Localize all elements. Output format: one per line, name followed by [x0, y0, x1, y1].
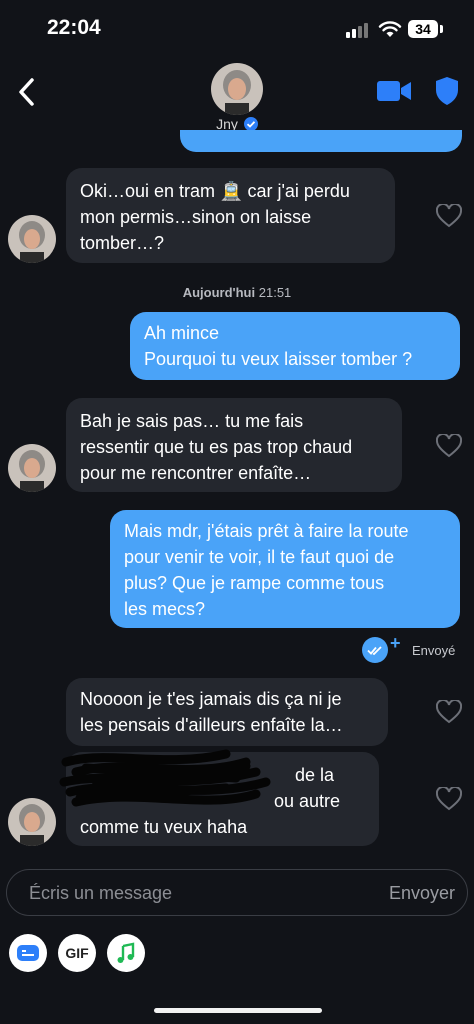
battery-icon: 34 — [408, 20, 438, 38]
chevron-left-icon[interactable] — [14, 74, 42, 110]
status-time: 22:04 — [47, 16, 101, 39]
message-line: plus? Que je rampe comme tous — [124, 573, 385, 593]
chat-header: Jny — [0, 60, 474, 140]
message-line: de la — [295, 765, 335, 785]
heart-icon[interactable] — [436, 434, 462, 458]
message-line: comme tu veux haha — [80, 817, 248, 837]
message-bubble-incoming[interactable]: Noooon je t'es jamais dis ça ni je les p… — [66, 678, 388, 746]
message-bubble-outgoing[interactable]: Mais mdr, j'étais prêt à faire la route … — [110, 510, 460, 628]
message-line: Bah je sais pas… tu me fais — [80, 411, 304, 431]
message-line: Pourquoi tu veux laisser tomber ? — [144, 349, 413, 369]
date-separator: Aujourd'hui 21:51 — [0, 285, 474, 300]
message-line: mon permis…sinon on laisse — [80, 207, 312, 227]
message-line: Ah mince — [144, 323, 220, 343]
sticker-icon[interactable] — [9, 934, 47, 972]
battery-cap — [440, 25, 443, 33]
message-input[interactable]: Écris un message — [29, 883, 172, 904]
message-line: les mecs? — [124, 599, 206, 619]
gif-icon[interactable]: GIF — [58, 934, 96, 972]
heart-icon[interactable] — [436, 700, 462, 724]
wifi-icon — [378, 21, 402, 37]
date-separator-day: Aujourd'hui — [182, 285, 256, 300]
attachment-toolbar: GIF — [0, 934, 474, 974]
message-line: Mais mdr, j'étais prêt à faire la route — [124, 521, 409, 541]
music-note-icon[interactable] — [107, 934, 145, 972]
message-line: Oki…oui en tram 🚊 car j'ai perdu — [80, 181, 350, 201]
date-separator-time: 21:51 — [258, 285, 292, 300]
home-indicator[interactable] — [154, 1008, 322, 1013]
verified-badge-icon — [243, 117, 258, 131]
shield-icon[interactable] — [434, 76, 460, 106]
message-line: les pensais d'ailleurs enfaîte la… — [80, 715, 343, 735]
double-check-icon — [362, 637, 388, 663]
message-composer[interactable]: Écris un message Envoyer — [6, 869, 468, 916]
message-bubble-partial — [180, 130, 462, 152]
message-line: pour me rencontrer enfaîte… — [80, 463, 312, 483]
sender-avatar[interactable] — [8, 444, 56, 492]
plus-icon: + — [390, 633, 401, 653]
redaction-scribble — [59, 749, 271, 807]
message-bubble-outgoing[interactable]: Ah mince Pourquoi tu veux laisser tomber… — [130, 312, 460, 380]
heart-icon[interactable] — [436, 204, 462, 228]
message-line: pour venir te voir, il te faut quoi de — [124, 547, 395, 567]
cellular-signal-icon — [346, 22, 372, 38]
contact-avatar[interactable] — [211, 63, 263, 115]
delivery-status: + Envoyé — [362, 633, 462, 663]
message-line: tomber…? — [80, 233, 165, 253]
delivery-status-label: Envoyé — [412, 643, 456, 658]
sender-avatar[interactable] — [8, 798, 56, 846]
message-bubble-incoming[interactable]: Bah je sais pas… tu me fais ressentir qu… — [66, 398, 402, 492]
message-line: ressentir que tu es pas trop chaud — [80, 437, 353, 457]
video-camera-icon[interactable] — [376, 78, 412, 104]
send-button[interactable]: Envoyer — [389, 883, 455, 904]
status-bar: 22:04 34 — [0, 0, 474, 60]
heart-icon[interactable] — [436, 787, 462, 811]
sender-avatar[interactable] — [8, 215, 56, 263]
message-bubble-incoming[interactable]: Oki…oui en tram 🚊 car j'ai perdu mon per… — [66, 168, 395, 263]
message-line: Noooon je t'es jamais dis ça ni je — [80, 689, 342, 709]
